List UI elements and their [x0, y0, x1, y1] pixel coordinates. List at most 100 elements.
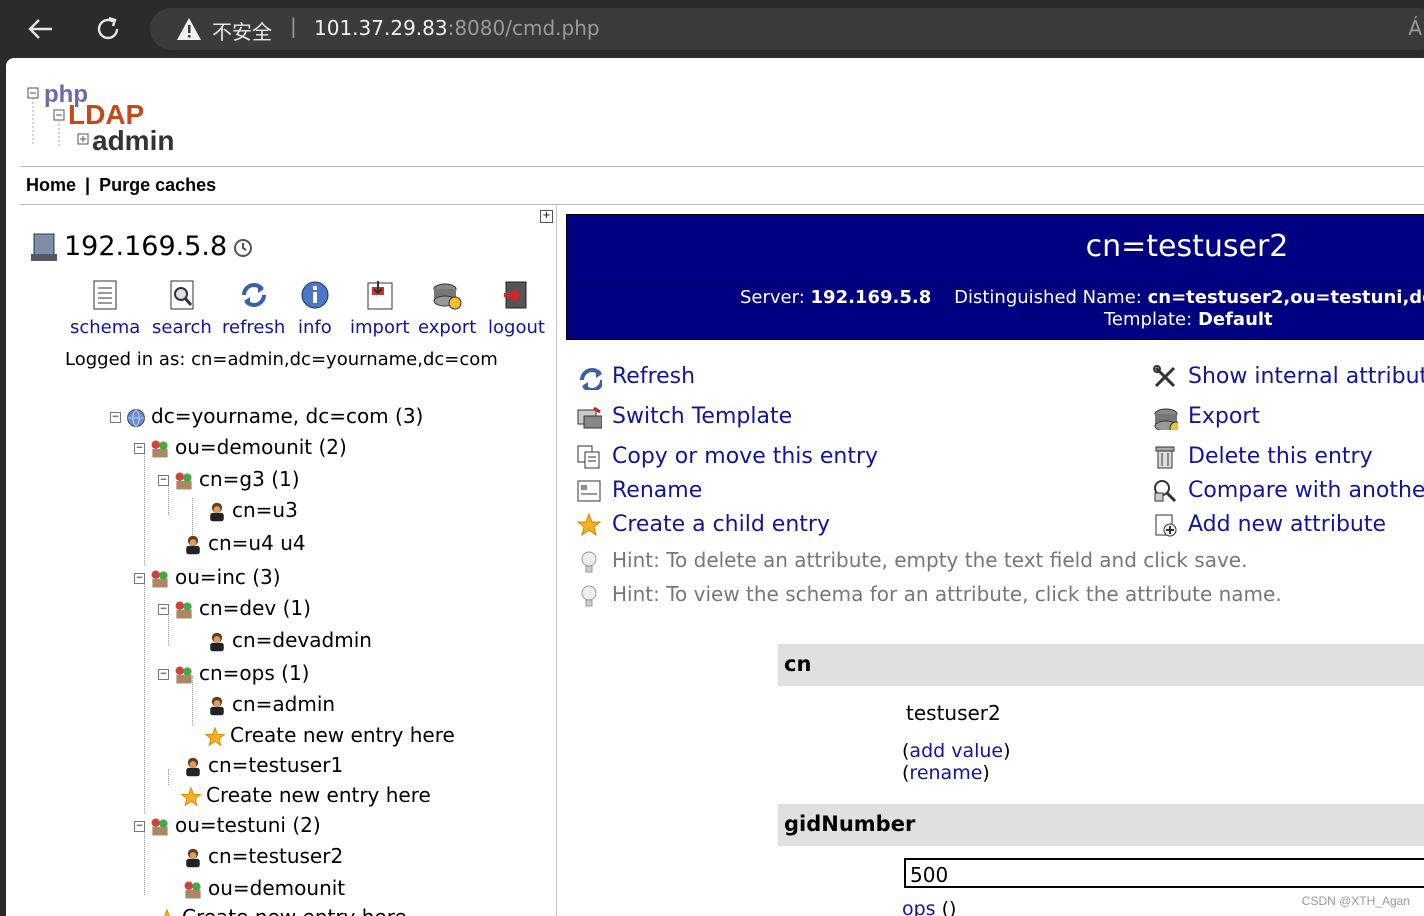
tool-label: export — [418, 317, 477, 338]
tree-item-label: ou=demounit — [208, 876, 346, 900]
action-create-a-child-entry[interactable]: Create a child entry — [576, 512, 830, 538]
user-icon — [206, 501, 228, 523]
tree-item[interactable]: − ou=testuni (2) — [134, 813, 321, 838]
expand-icon[interactable]: + — [540, 210, 553, 223]
tree-item-label: Create new entry here — [182, 905, 407, 916]
tree-item-label: cn=testuser1 — [208, 753, 344, 777]
action-export[interactable]: Export — [1152, 404, 1260, 435]
org-unit-icon — [149, 438, 171, 460]
purge-caches-link[interactable]: Purge caches — [99, 175, 216, 195]
entry-title: cn=testuser2 — [1085, 229, 1289, 264]
ops-link[interactable]: ops — [902, 898, 936, 916]
star-icon — [204, 725, 226, 748]
tree-item[interactable]: − cn=dev (1) — [158, 596, 311, 621]
add-value-link[interactable]: add value — [909, 740, 1003, 762]
group-icon — [173, 599, 195, 621]
group-icon — [173, 664, 195, 686]
template-info: Template: Default — [1104, 309, 1273, 330]
tree-item[interactable]: − dc=yourname, dc=com (3) — [110, 404, 423, 429]
read-aloud-button[interactable]: Á — [1408, 16, 1422, 40]
action-show-internal-attribute[interactable]: Show internal attribute — [1152, 364, 1424, 390]
entry-info: Server: 192.169.5.8 Distinguished Name: … — [740, 287, 1424, 308]
info-icon — [299, 279, 331, 311]
collapse-icon[interactable]: − — [134, 821, 145, 832]
tree-item-label: cn=dev (1) — [199, 596, 311, 620]
create-entry-item[interactable]: Create new entry here — [204, 723, 455, 748]
tree-item[interactable]: cn=testuser2 — [182, 844, 343, 869]
tree-item-label: ou=testuni (2) — [175, 813, 321, 837]
tree-item[interactable]: − cn=g3 (1) — [158, 467, 300, 492]
org-unit-icon — [149, 816, 171, 838]
action-label: Switch Template — [612, 404, 793, 429]
security-label[interactable]: 不安全 — [212, 16, 272, 45]
svg-text:admin: admin — [92, 125, 174, 156]
tool-export[interactable]: export — [418, 279, 476, 338]
url-host: 101.37.29.83 — [314, 16, 448, 40]
import-icon — [364, 279, 396, 311]
schema-icon — [89, 279, 121, 311]
action-delete-this-entry[interactable]: Delete this entry — [1152, 444, 1373, 470]
collapse-icon[interactable]: − — [158, 669, 169, 680]
reload-button[interactable] — [93, 14, 123, 44]
collapse-icon[interactable]: − — [134, 573, 145, 584]
phpldapadmin-logo: php LDAP admin — [27, 81, 174, 156]
tool-logout[interactable]: logout — [488, 279, 545, 338]
tree-item[interactable]: − cn=ops (1) — [158, 661, 309, 686]
refresh-icon — [238, 279, 270, 311]
tool-search[interactable]: search — [152, 279, 212, 338]
url-text[interactable]: 101.37.29.83:8080/cmd.php — [314, 16, 600, 40]
collapse-icon[interactable]: − — [134, 443, 145, 454]
tree-connector — [192, 498, 193, 535]
action-add-new-attribute[interactable]: Add new attribute — [1152, 512, 1386, 538]
attribute-cn-links: (add value) (rename) — [902, 740, 1011, 784]
action-label: Compare with another — [1188, 478, 1424, 503]
action-label: Delete this entry — [1188, 444, 1373, 469]
user-icon — [182, 534, 204, 556]
dn-label: Distinguished Name: — [954, 287, 1142, 308]
user-icon — [206, 695, 228, 717]
tool-import[interactable]: import — [350, 279, 409, 338]
tree-item[interactable]: cn=testuser1 — [182, 753, 343, 778]
template-label: Template: — [1104, 309, 1193, 330]
tree-item[interactable]: − ou=inc (3) — [134, 565, 281, 590]
logged-in-label: Logged in as: cn=admin,dc=yourname,dc=co… — [65, 349, 498, 370]
tree-item-label: cn=ops (1) — [199, 661, 310, 685]
action-rename[interactable]: Rename — [576, 478, 702, 504]
tree-item-label: cn=u4 u4 — [208, 531, 306, 555]
tool-info[interactable]: info — [298, 279, 332, 338]
tree-item[interactable]: cn=admin — [206, 692, 335, 717]
action-label: Copy or move this entry — [612, 444, 879, 469]
address-bar[interactable]: 不安全 | 101.37.29.83:8080/cmd.php Á — [150, 8, 1424, 50]
action-refresh[interactable]: Refresh — [576, 364, 695, 392]
create-entry-item[interactable]: Create new entry here — [156, 905, 407, 916]
action-compare-with-another[interactable]: Compare with another — [1152, 478, 1424, 504]
collapse-icon[interactable]: − — [110, 412, 121, 423]
tree-item[interactable]: − ou=demounit (2) — [134, 435, 347, 460]
collapse-icon[interactable]: − — [158, 604, 169, 615]
url-path: :8080/cmd.php — [447, 16, 600, 40]
tool-schema[interactable]: schema — [70, 279, 140, 338]
attribute-cn-header[interactable]: cn — [778, 644, 1424, 686]
tree-item[interactable]: cn=u3 — [206, 498, 298, 523]
tool-label: logout — [488, 317, 545, 338]
hint-label: Hint: To view the schema for an attribut… — [612, 582, 1282, 606]
address-separator: | — [290, 14, 297, 38]
action-switch-template[interactable]: Switch Template — [576, 404, 792, 430]
clock-icon[interactable] — [233, 238, 253, 258]
tool-refresh[interactable]: refresh — [222, 279, 285, 338]
rename-link[interactable]: rename — [909, 762, 982, 784]
reload-icon — [97, 16, 119, 40]
action-copy-or-move-this-entry[interactable]: Copy or move this entry — [576, 444, 878, 470]
tree-item[interactable]: cn=u4 u4 — [182, 531, 306, 556]
attribute-gidnumber-header[interactable]: gidNumber — [778, 804, 1424, 846]
back-button[interactable] — [26, 14, 56, 44]
tree-connector — [144, 451, 145, 565]
warning-icon — [177, 18, 201, 40]
attribute-cn-value[interactable]: testuser2 — [906, 701, 1001, 725]
create-entry-item[interactable]: Create new entry here — [180, 783, 431, 808]
tree-item[interactable]: cn=devadmin — [206, 628, 372, 653]
tree-item[interactable]: ou=demounit — [182, 876, 345, 901]
gidnumber-input[interactable]: 500 — [904, 858, 1424, 888]
home-link[interactable]: Home — [26, 175, 76, 195]
collapse-icon[interactable]: − — [158, 475, 169, 486]
